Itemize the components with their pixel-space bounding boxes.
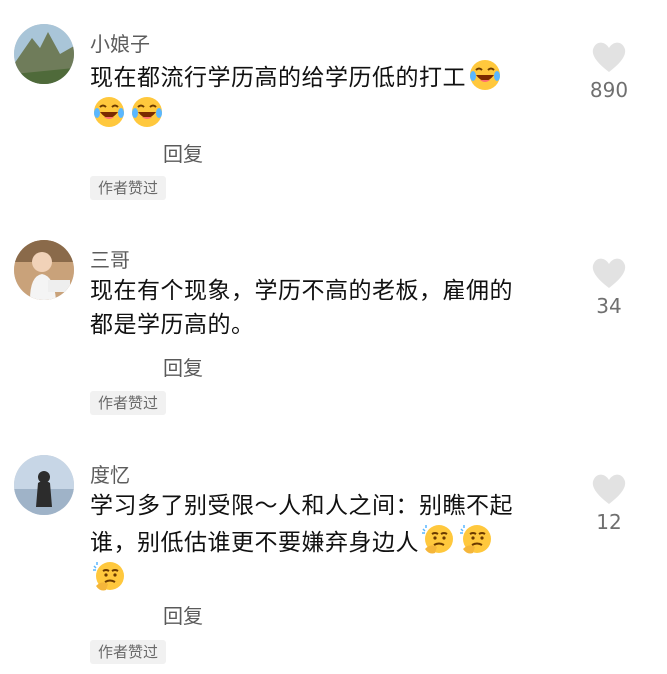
heart-icon <box>591 40 627 74</box>
avatar[interactable] <box>14 24 74 84</box>
author-liked-badge: 作者赞过 <box>90 176 167 200</box>
like-count: 34 <box>596 294 622 318</box>
laugh-cry-emoji <box>130 95 164 129</box>
comment-text-line: 学习多了别受限～人和人之间：别瞧不起 <box>90 493 513 519</box>
reply-button[interactable]: 回复 <box>163 600 203 629</box>
reply-button[interactable]: 回复 <box>163 138 203 167</box>
username[interactable]: 三哥 <box>90 244 130 273</box>
like-count: 12 <box>596 510 622 534</box>
comment-text-line: 谁，别低估谁更不要嫌弃身边人 <box>90 530 419 556</box>
like-button[interactable]: 34 <box>579 256 639 318</box>
comment-text: 现在都流行学历高的给学历低的打工 <box>90 58 560 132</box>
thinking-emoji <box>92 560 126 594</box>
laugh-cry-emoji <box>468 58 502 92</box>
author-liked-badge: 作者赞过 <box>90 640 167 664</box>
reply-button[interactable]: 回复 <box>163 352 203 381</box>
thinking-emoji <box>421 523 455 557</box>
comment-text-line: 都是学历高的。 <box>90 312 255 338</box>
like-button[interactable]: 890 <box>579 40 639 102</box>
author-liked-badge: 作者赞过 <box>90 391 167 415</box>
like-count: 890 <box>589 78 629 102</box>
comment-text: 现在有个现象，学历不高的老板，雇佣的 都是学历高的。 <box>90 274 560 342</box>
comment-text-line: 现在都流行学历高的给学历低的打工 <box>90 65 466 91</box>
thinking-emoji <box>459 523 493 557</box>
heart-icon <box>591 256 627 290</box>
comment-text-line: 现在有个现象，学历不高的老板，雇佣的 <box>90 278 513 304</box>
comment-actions: 回复 <box>90 138 390 168</box>
laugh-cry-emoji <box>92 95 126 129</box>
avatar[interactable] <box>14 455 74 515</box>
comment-actions: 回复 <box>90 600 390 630</box>
like-button[interactable]: 12 <box>579 472 639 534</box>
comment-actions: 回复 <box>90 352 390 382</box>
comment-text: 学习多了别受限～人和人之间：别瞧不起 谁，别低估谁更不要嫌弃身边人 <box>90 489 560 597</box>
heart-icon <box>591 472 627 506</box>
username[interactable]: 小娘子 <box>90 28 150 57</box>
avatar[interactable] <box>14 240 74 300</box>
username[interactable]: 度忆 <box>90 459 130 488</box>
